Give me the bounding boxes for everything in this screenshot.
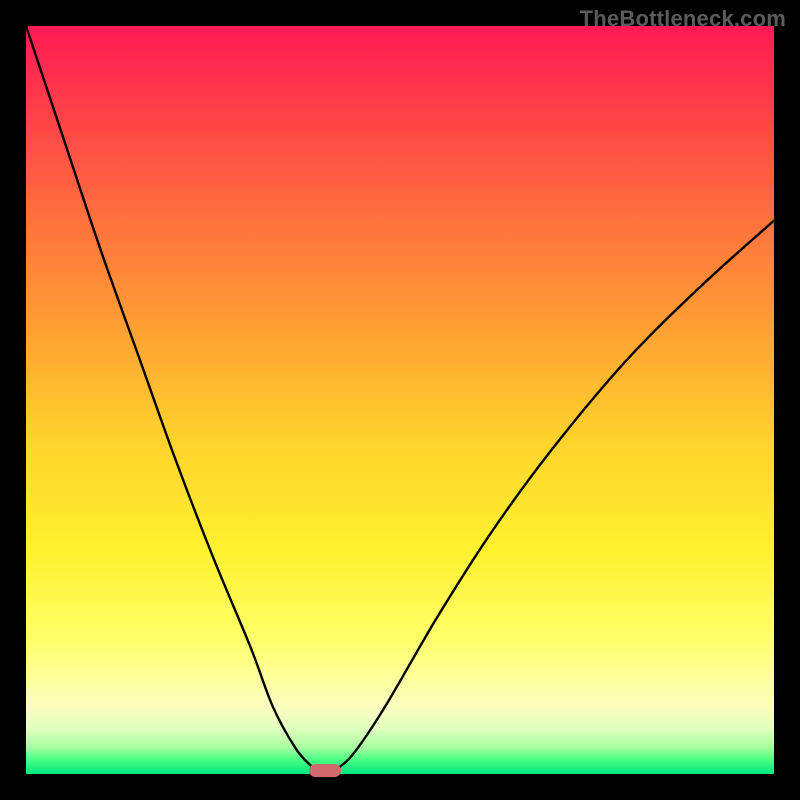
chart-frame: TheBottleneck.com	[0, 0, 800, 800]
watermark-text: TheBottleneck.com	[580, 6, 786, 32]
curve-path	[26, 26, 774, 770]
min-marker	[309, 764, 341, 777]
bottleneck-curve	[26, 26, 774, 774]
